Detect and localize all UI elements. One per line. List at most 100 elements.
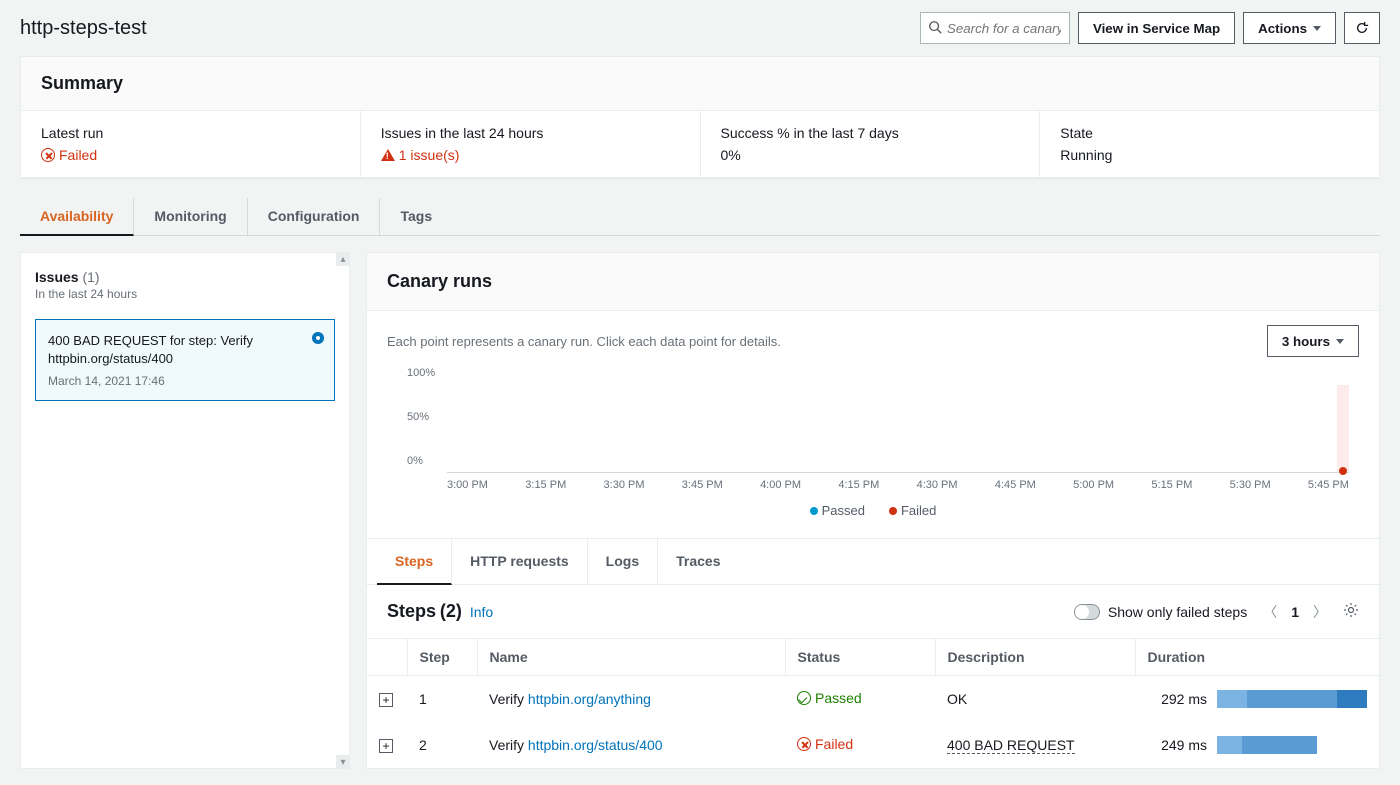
duration-bar	[1217, 736, 1317, 754]
x-tick: 4:30 PM	[917, 479, 958, 491]
search-icon	[928, 20, 942, 37]
failed-steps-toggle[interactable]: Show only failed steps	[1074, 604, 1247, 620]
scroll-up-button[interactable]: ▴	[336, 252, 350, 266]
step-name: Verify httpbin.org/status/400	[477, 722, 785, 768]
header-controls: View in Service Map Actions	[920, 12, 1380, 44]
col-step[interactable]: Step	[407, 639, 477, 676]
x-tick: 5:30 PM	[1230, 479, 1271, 491]
tab-configuration[interactable]: Configuration	[248, 198, 381, 235]
scroll-down-button[interactable]: ▾	[336, 755, 350, 769]
duration-cell: 292 ms	[1147, 690, 1367, 708]
chart-top: Each point represents a canary run. Clic…	[387, 325, 1359, 357]
col-description[interactable]: Description	[935, 639, 1135, 676]
x-tick: 3:45 PM	[682, 479, 723, 491]
canary-runs-header: Canary runs	[367, 253, 1379, 311]
success-7d-value: 0%	[721, 147, 1020, 163]
view-service-map-button[interactable]: View in Service Map	[1078, 12, 1235, 44]
check-icon	[797, 691, 811, 705]
col-status[interactable]: Status	[785, 639, 935, 676]
chart-legend: Passed Failed	[387, 503, 1359, 518]
chevron-down-icon	[1313, 26, 1321, 31]
pager: 〈 1 〉	[1263, 602, 1327, 622]
y-tick: 0%	[407, 455, 423, 467]
step-url-link[interactable]: httpbin.org/anything	[528, 691, 651, 707]
issues-24h-value: 1 issue(s)	[381, 147, 680, 163]
chart-point-failed[interactable]	[1339, 467, 1347, 475]
main-tabs: Availability Monitoring Configuration Ta…	[20, 198, 1380, 236]
y-tick: 50%	[407, 411, 429, 423]
steps-header: Steps (2) Info Show only failed steps 〈 …	[367, 585, 1379, 638]
toggle-icon	[1074, 604, 1100, 620]
refresh-button[interactable]	[1344, 12, 1380, 44]
summary-latest-run: Latest run Failed	[21, 111, 361, 177]
duration-bar	[1217, 690, 1367, 708]
table-row: + 1 Verify httpbin.org/anything Passed O…	[367, 676, 1379, 723]
step-name-prefix: Verify	[489, 737, 528, 753]
steps-count: (2)	[440, 601, 462, 621]
canary-runs-panel: Canary runs Each point represents a cana…	[366, 252, 1380, 769]
summary-row: Latest run Failed Issues in the last 24 …	[21, 111, 1379, 177]
issue-date: March 14, 2021 17:46	[48, 374, 322, 388]
step-number: 2	[407, 722, 477, 768]
legend-passed: Passed	[810, 503, 865, 518]
pager-page: 1	[1291, 604, 1299, 620]
state-label: State	[1060, 125, 1359, 141]
pager-next[interactable]: 〉	[1313, 602, 1327, 622]
issues-header: Issues (1) In the last 24 hours	[21, 253, 349, 311]
tab-monitoring[interactable]: Monitoring	[134, 198, 247, 235]
tab-availability[interactable]: Availability	[20, 198, 134, 236]
subtab-steps[interactable]: Steps	[377, 539, 452, 585]
time-range-dropdown[interactable]: 3 hours	[1267, 325, 1359, 357]
issues-title: Issues	[35, 269, 79, 285]
page-title: http-steps-test	[20, 17, 147, 40]
time-range-label: 3 hours	[1282, 334, 1330, 349]
duration-cell: 249 ms	[1147, 736, 1367, 754]
chart-plot[interactable]: 100% 50% 0% 3:00 PM 3:15 PM 3:30 PM 3:45…	[387, 367, 1359, 497]
x-labels: 3:00 PM 3:15 PM 3:30 PM 3:45 PM 4:00 PM …	[447, 479, 1349, 491]
main-split: ▴ Issues (1) In the last 24 hours 400 BA…	[0, 236, 1400, 785]
issues-count: (1)	[82, 269, 99, 285]
state-value: Running	[1060, 147, 1359, 163]
latest-run-text: Failed	[59, 147, 97, 163]
issue-selected-icon	[312, 332, 324, 344]
status-text: Passed	[815, 690, 862, 706]
table-header-row: Step Name Status Description Duration	[367, 639, 1379, 676]
steps-info-link[interactable]: Info	[470, 604, 493, 620]
dot-failed-icon	[889, 507, 897, 515]
chevron-down-icon	[1336, 339, 1344, 344]
legend-passed-label: Passed	[822, 503, 865, 518]
table-row: + 2 Verify httpbin.org/status/400 Failed…	[367, 722, 1379, 768]
steps-table: Step Name Status Description Duration + …	[367, 638, 1379, 768]
search-input[interactable]	[920, 12, 1070, 44]
table-settings-button[interactable]	[1343, 602, 1359, 621]
issues-panel: ▴ Issues (1) In the last 24 hours 400 BA…	[20, 252, 350, 769]
pager-prev[interactable]: 〈	[1263, 602, 1277, 622]
canary-runs-chart: Each point represents a canary run. Clic…	[367, 311, 1379, 539]
step-description[interactable]: 400 BAD REQUEST	[947, 737, 1075, 754]
error-icon	[797, 737, 811, 751]
dot-passed-icon	[810, 507, 818, 515]
canary-search[interactable]	[920, 12, 1070, 44]
status-failed: Failed	[797, 736, 853, 752]
step-description: OK	[935, 676, 1135, 723]
duration-value: 249 ms	[1147, 737, 1207, 753]
tab-tags[interactable]: Tags	[380, 198, 452, 235]
col-duration[interactable]: Duration	[1135, 639, 1379, 676]
expand-row-button[interactable]: +	[379, 693, 393, 707]
x-tick: 5:45 PM	[1308, 479, 1349, 491]
step-url-link[interactable]: httpbin.org/status/400	[528, 737, 663, 753]
status-text: Failed	[815, 736, 853, 752]
actions-button[interactable]: Actions	[1243, 12, 1336, 44]
subtab-traces[interactable]: Traces	[658, 539, 738, 584]
chart-selection-bar	[1337, 385, 1349, 471]
issue-card[interactable]: 400 BAD REQUEST for step: Verify httpbin…	[35, 319, 335, 401]
success-7d-label: Success % in the last 7 days	[721, 125, 1020, 141]
steps-controls: Show only failed steps 〈 1 〉	[1074, 602, 1359, 622]
col-name[interactable]: Name	[477, 639, 785, 676]
issues-24h-text: 1 issue(s)	[399, 147, 460, 163]
expand-row-button[interactable]: +	[379, 739, 393, 753]
subtab-logs[interactable]: Logs	[588, 539, 658, 584]
steps-title: Steps	[387, 601, 436, 621]
x-tick: 4:45 PM	[995, 479, 1036, 491]
subtab-http-requests[interactable]: HTTP requests	[452, 539, 588, 584]
